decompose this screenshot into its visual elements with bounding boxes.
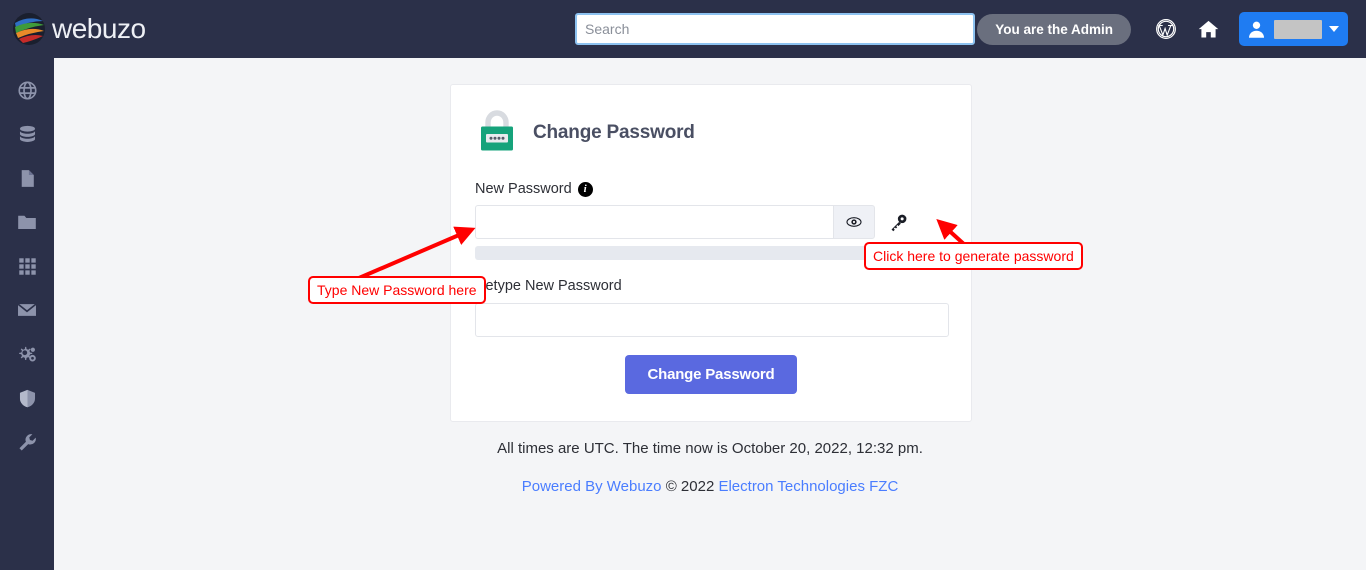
eye-icon bbox=[846, 217, 862, 227]
gears-icon bbox=[19, 346, 36, 362]
toggle-password-visibility-button[interactable] bbox=[833, 205, 875, 239]
grid-icon bbox=[18, 257, 36, 275]
sidebar-item-databases[interactable] bbox=[0, 112, 54, 156]
info-icon[interactable]: i bbox=[577, 181, 593, 197]
sidebar-item-files[interactable] bbox=[0, 156, 54, 200]
retype-password-input[interactable] bbox=[475, 303, 949, 337]
green-padlock-icon bbox=[475, 107, 519, 159]
new-password-input[interactable] bbox=[475, 205, 833, 239]
sidebar-item-email[interactable] bbox=[0, 288, 54, 332]
left-sidebar-nav bbox=[0, 58, 54, 570]
key-icon bbox=[891, 214, 906, 231]
page-title: Change Password bbox=[533, 122, 695, 143]
webuzo-enduser-panel: webuzo You are the Admin bbox=[0, 0, 1366, 570]
main-content-area: Change Password New Password i Retype Ne… bbox=[54, 58, 1366, 570]
admin-status-badge: You are the Admin bbox=[977, 13, 1131, 45]
brand-name: webuzo bbox=[52, 13, 146, 44]
webuzo-sphere-logo-icon bbox=[12, 12, 46, 46]
new-password-input-group bbox=[475, 205, 915, 239]
sidebar-item-tools[interactable] bbox=[0, 420, 54, 464]
home-icon[interactable] bbox=[1187, 9, 1229, 49]
user-account-dropdown[interactable] bbox=[1239, 12, 1348, 46]
annotation-type-new-password: Type New Password here bbox=[308, 276, 486, 304]
copyright-text: © 2022 bbox=[661, 478, 719, 495]
retype-password-label: Retype New Password bbox=[475, 278, 622, 294]
search-input[interactable] bbox=[575, 13, 975, 45]
new-password-label-row: New Password i bbox=[475, 181, 971, 197]
wrench-icon bbox=[18, 433, 36, 451]
sidebar-item-settings[interactable] bbox=[0, 332, 54, 376]
change-password-submit-button[interactable]: Change Password bbox=[625, 355, 797, 394]
powered-by-webuzo-link[interactable]: Powered By Webuzo bbox=[522, 478, 662, 495]
sidebar-item-folders[interactable] bbox=[0, 200, 54, 244]
chevron-down-icon bbox=[1329, 26, 1339, 32]
generate-password-button[interactable] bbox=[881, 205, 915, 239]
sidebar-item-apps[interactable] bbox=[0, 244, 54, 288]
wordpress-icon[interactable] bbox=[1145, 9, 1187, 49]
new-password-label: New Password bbox=[475, 181, 572, 197]
sidebar-item-security[interactable] bbox=[0, 376, 54, 420]
user-avatar-icon bbox=[1248, 21, 1265, 38]
search-container bbox=[575, 13, 975, 45]
submit-row: Change Password bbox=[451, 355, 971, 394]
globe-icon bbox=[17, 80, 37, 100]
envelope-icon bbox=[17, 303, 37, 316]
card-header: Change Password bbox=[451, 85, 971, 159]
footer-credit: Powered By Webuzo © 2022 Electron Techno… bbox=[54, 478, 1366, 495]
folder-icon bbox=[18, 215, 36, 229]
annotation-generate-password: Click here to generate password bbox=[864, 242, 1083, 270]
user-name-redacted bbox=[1274, 19, 1322, 39]
shield-icon bbox=[19, 389, 35, 407]
database-icon bbox=[19, 125, 35, 142]
company-link[interactable]: Electron Technologies FZC bbox=[718, 478, 898, 495]
server-time-note: All times are UTC. The time now is Octob… bbox=[497, 440, 923, 457]
top-header-bar: webuzo You are the Admin bbox=[0, 0, 1366, 58]
file-icon bbox=[21, 169, 34, 187]
brand-logo-area[interactable]: webuzo bbox=[0, 12, 330, 46]
header-actions: You are the Admin bbox=[977, 9, 1366, 49]
sidebar-item-domains[interactable] bbox=[0, 68, 54, 112]
